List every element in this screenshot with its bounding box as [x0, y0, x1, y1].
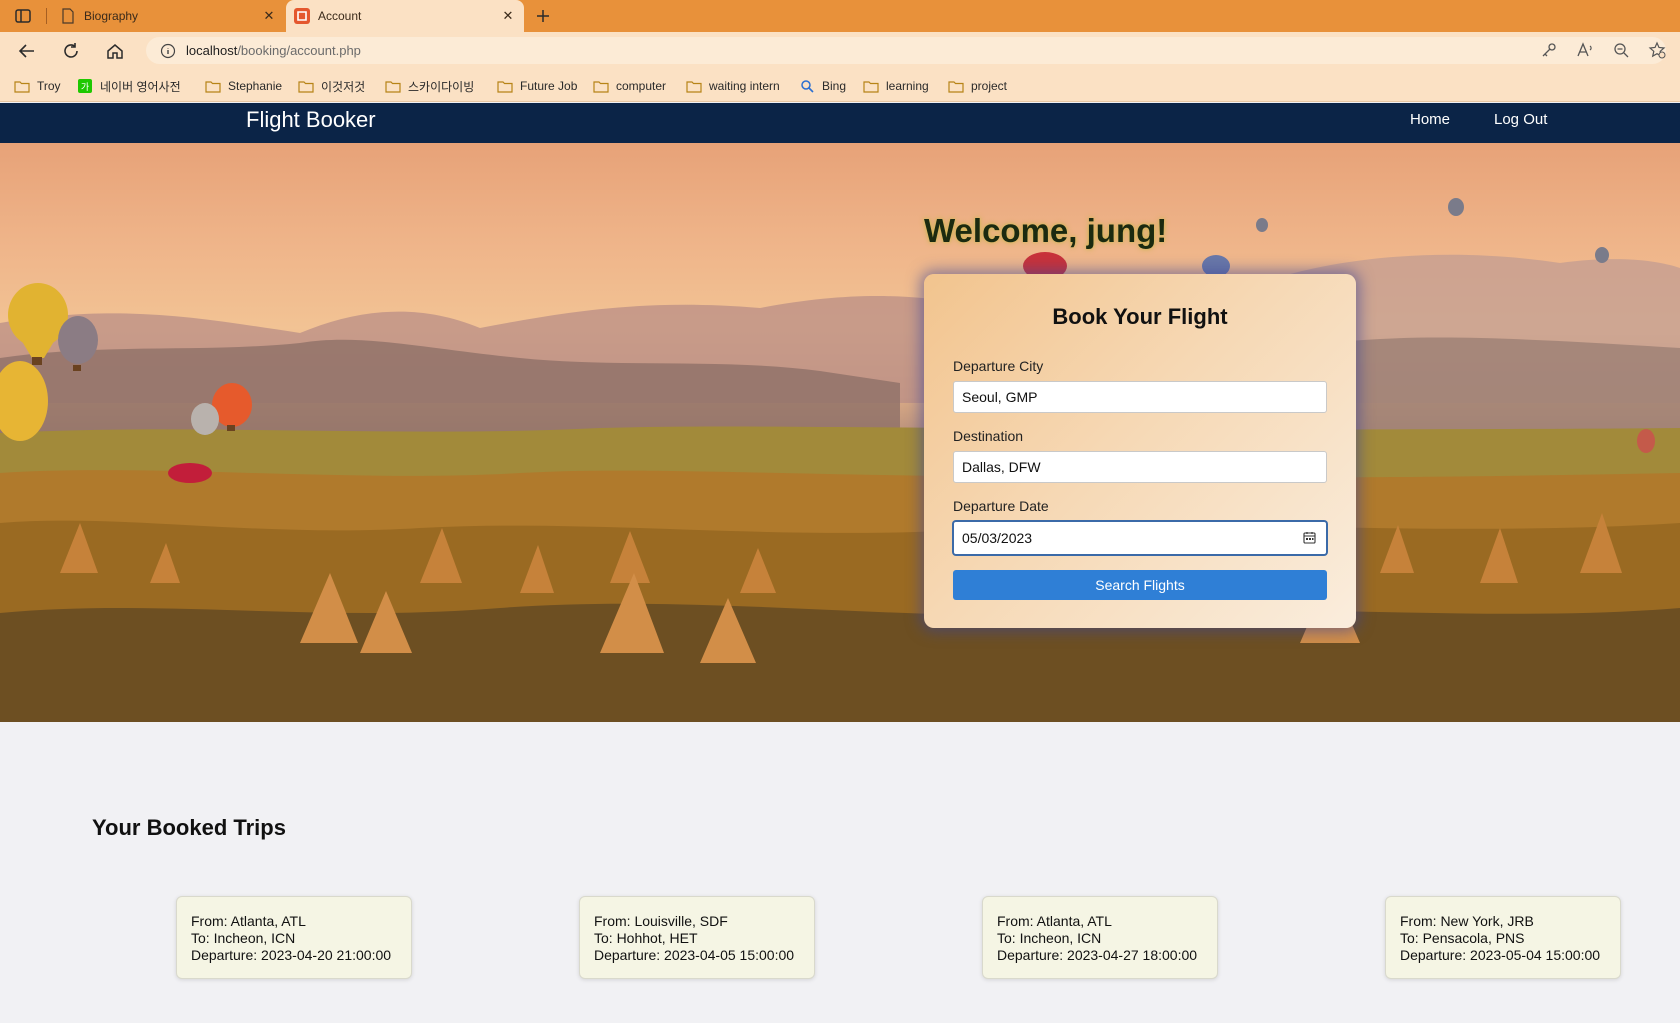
bookmark-bing[interactable]: Bing — [799, 77, 846, 95]
bookmark-label: Stephanie — [228, 79, 283, 93]
key-icon[interactable] — [1540, 41, 1558, 59]
browser-tab-bar: Biography ✕ Account ✕ — [0, 0, 1680, 32]
bookmark-label: waiting intern — [709, 79, 780, 93]
folder-icon — [298, 79, 314, 93]
naver-icon: 가 — [77, 79, 93, 93]
bookmark-label: 이것저것 — [321, 79, 366, 94]
bookmark-label: Bing — [822, 79, 847, 93]
site-favicon-icon — [294, 8, 310, 24]
bookmark-future-job[interactable]: Future Job — [497, 77, 577, 95]
bookmark-misc[interactable]: 이것저것 — [298, 77, 365, 95]
bookmark-label: project — [971, 79, 1008, 93]
refresh-icon[interactable] — [60, 40, 82, 62]
trip-to: To: Incheon, ICN — [191, 930, 296, 946]
tab-biography[interactable]: Biography ✕ — [52, 0, 285, 32]
welcome-heading: Welcome, jung! — [924, 212, 1168, 249]
calendar-icon[interactable] — [1303, 531, 1316, 544]
home-icon[interactable] — [104, 40, 126, 62]
search-icon — [799, 79, 815, 93]
bookmark-waiting-intern[interactable]: waiting intern — [686, 77, 780, 95]
bookmark-label: 네이버 영어사전 — [100, 79, 181, 94]
bookmark-label: learning — [886, 79, 929, 93]
folder-icon — [205, 79, 221, 93]
brand-logo[interactable]: Flight Booker — [246, 107, 376, 133]
folder-icon — [385, 79, 401, 93]
trip-from: From: Atlanta, ATL — [997, 913, 1112, 929]
back-icon[interactable] — [16, 40, 38, 62]
trip-to: To: Pensacola, PNS — [1400, 930, 1525, 946]
folder-icon — [863, 79, 879, 93]
folder-icon — [497, 79, 513, 93]
trip-to: To: Hohhot, HET — [594, 930, 698, 946]
tab-account[interactable]: Account ✕ — [286, 0, 524, 32]
tab-actions-icon[interactable] — [14, 7, 32, 25]
trip-departure: Departure: 2023-04-05 15:00:00 — [594, 947, 795, 963]
bookmark-naver[interactable]: 가 네이버 영어사전 — [77, 77, 181, 95]
departure-city-input[interactable]: Seoul, GMP — [953, 381, 1327, 413]
folder-icon — [948, 79, 964, 93]
trip-card: From: Louisville, SDF To: Hohhot, HET De… — [579, 896, 815, 979]
trip-card: From: Atlanta, ATL To: Incheon, ICN Depa… — [176, 896, 412, 979]
url-text: localhost/booking/account.php — [186, 43, 361, 58]
close-icon[interactable]: ✕ — [498, 6, 518, 26]
bookmark-learning[interactable]: learning — [863, 77, 929, 95]
bookmark-computer[interactable]: computer — [593, 77, 666, 95]
read-aloud-icon[interactable] — [1576, 41, 1594, 59]
site-navbar: Flight Booker Home Log Out — [0, 103, 1680, 143]
tab-title: Account — [318, 9, 362, 23]
departure-date-input[interactable]: 05/03/2023 — [953, 521, 1327, 555]
info-icon[interactable] — [160, 43, 176, 59]
destination-input[interactable]: Dallas, DFW — [953, 451, 1327, 483]
folder-icon — [593, 79, 609, 93]
tab-title: Biography — [84, 9, 139, 23]
bookmark-label: Future Job — [520, 79, 578, 93]
svg-text:가: 가 — [81, 82, 89, 93]
bookmark-skydiving[interactable]: 스카이다이빙 — [385, 77, 474, 95]
trip-from: From: Louisville, SDF — [594, 913, 728, 929]
page-icon — [60, 8, 76, 24]
booked-trips-heading: Your Booked Trips — [92, 815, 286, 840]
trip-from: From: Atlanta, ATL — [191, 913, 306, 929]
bookmark-troy[interactable]: Troy — [14, 77, 61, 95]
bookmark-label: computer — [616, 79, 667, 93]
nav-home-link[interactable]: Home — [1410, 111, 1450, 128]
landscape-illustration — [0, 198, 1680, 722]
search-flights-button[interactable]: Search Flights — [953, 570, 1327, 600]
trip-card: From: New York, JRB To: Pensacola, PNS D… — [1385, 896, 1621, 979]
departure-city-label: Departure City — [953, 358, 1044, 374]
address-toolbar: localhost/booking/account.php — [0, 32, 1680, 69]
tab-separator — [46, 8, 47, 24]
departure-date-value: 05/03/2023 — [962, 530, 1033, 546]
hero-landscape-image — [0, 143, 1680, 722]
zoom-out-icon[interactable] — [1612, 41, 1630, 59]
departure-date-label: Departure Date — [953, 498, 1049, 514]
trip-departure: Departure: 2023-05-04 15:00:00 — [1400, 947, 1601, 963]
url-path: /booking/account.php — [237, 43, 361, 58]
favorites-icon[interactable] — [1648, 41, 1666, 59]
bookmarks-bar: Troy 가 네이버 영어사전 Stephanie 이것저것 스카이다이빙 Fu… — [0, 69, 1680, 102]
bookmark-label: Troy — [37, 79, 61, 93]
trip-from: From: New York, JRB — [1400, 913, 1534, 929]
folder-icon — [686, 79, 702, 93]
bookmark-stephanie[interactable]: Stephanie — [205, 77, 282, 95]
booking-form-card: Book Your Flight Departure City Seoul, G… — [924, 274, 1356, 628]
url-host: localhost — [186, 43, 238, 58]
trip-departure: Departure: 2023-04-20 21:00:00 — [191, 947, 392, 963]
bookmark-project[interactable]: project — [948, 77, 1007, 95]
trip-departure: Departure: 2023-04-27 18:00:00 — [997, 947, 1198, 963]
close-icon[interactable]: ✕ — [259, 6, 279, 26]
trip-card: From: Atlanta, ATL To: Incheon, ICN Depa… — [982, 896, 1218, 979]
booking-title: Book Your Flight — [1052, 304, 1228, 329]
trip-to: To: Incheon, ICN — [997, 930, 1102, 946]
folder-icon — [14, 79, 30, 93]
nav-logout-link[interactable]: Log Out — [1494, 111, 1547, 128]
destination-label: Destination — [953, 428, 1024, 444]
bookmark-label: 스카이다이빙 — [408, 79, 475, 94]
url-bar[interactable]: localhost/booking/account.php — [146, 37, 1666, 64]
new-tab-icon[interactable] — [532, 5, 554, 27]
